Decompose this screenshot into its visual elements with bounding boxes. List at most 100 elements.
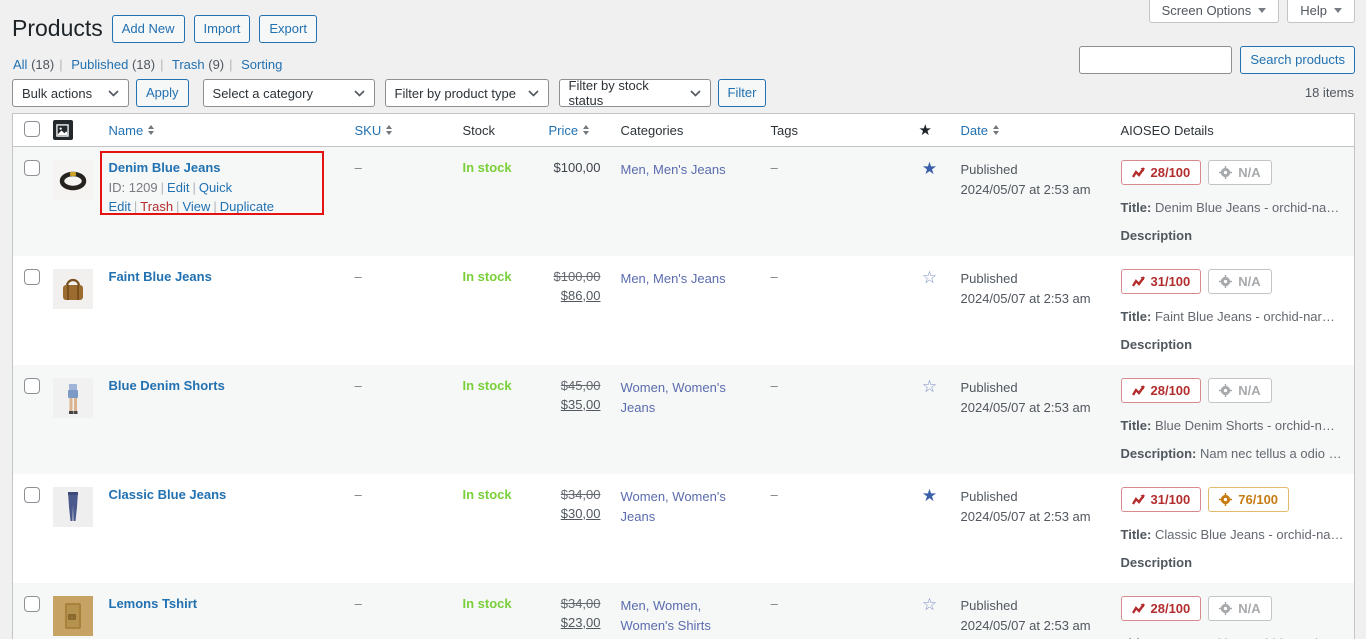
category-links[interactable]: Women, Women's Jeans xyxy=(621,380,726,415)
category-links[interactable]: Men, Men's Jeans xyxy=(621,162,726,177)
trash-link[interactable]: Trash xyxy=(140,199,173,214)
seo-score-badge[interactable]: 28/100 xyxy=(1121,160,1202,185)
featured-star-icon[interactable] xyxy=(922,159,937,178)
seo-description-label: Description xyxy=(1121,228,1193,243)
gear-icon xyxy=(1219,493,1232,506)
stock-header: Stock xyxy=(463,123,496,138)
row-checkbox[interactable] xyxy=(24,487,40,503)
view-published-link[interactable]: Published (18) xyxy=(71,57,155,72)
category-select[interactable]: Select a category xyxy=(203,79,375,107)
search-box: Search products xyxy=(1079,46,1355,74)
product-thumbnail[interactable] xyxy=(53,487,93,527)
add-new-button[interactable]: Add New xyxy=(112,15,185,43)
stock-status-select[interactable]: Filter by stock status xyxy=(559,79,711,107)
search-input[interactable] xyxy=(1079,46,1232,74)
chevron-down-icon xyxy=(1334,8,1342,13)
tags-value: – xyxy=(771,596,778,611)
page-details-badge[interactable]: N/A xyxy=(1208,269,1271,294)
image-column-icon xyxy=(53,120,73,140)
seo-score-badge[interactable]: 28/100 xyxy=(1121,378,1202,403)
edit-link[interactable]: Edit xyxy=(167,180,189,195)
duplicate-link[interactable]: Duplicate xyxy=(220,199,274,214)
seo-analysis-icon xyxy=(1132,603,1145,615)
seo-title-label: Title: xyxy=(1121,200,1152,215)
sort-name-header[interactable]: Name xyxy=(109,123,155,138)
product-name-link[interactable]: Faint Blue Jeans xyxy=(109,269,212,284)
chevron-down-icon xyxy=(1258,8,1266,13)
seo-description-value: Nam nec tellus a odio … xyxy=(1196,446,1341,461)
chevron-down-icon xyxy=(354,90,365,97)
tags-value: – xyxy=(771,160,778,175)
view-trash-link[interactable]: Trash (9) xyxy=(172,57,224,72)
seo-score-badge[interactable]: 31/100 xyxy=(1121,487,1202,512)
page-details-badge[interactable]: 76/100 xyxy=(1208,487,1289,512)
chevron-down-icon xyxy=(108,90,119,97)
price-value: $100,00 xyxy=(554,160,601,175)
seo-analysis-icon xyxy=(1132,494,1145,506)
help-tab[interactable]: Help xyxy=(1287,0,1355,23)
import-button[interactable]: Import xyxy=(194,15,251,43)
stock-status: In stock xyxy=(463,487,512,502)
table-row: Classic Blue Jeans – In stock $34,00 $30… xyxy=(13,474,1355,583)
featured-star-icon[interactable] xyxy=(922,268,937,287)
product-name-link[interactable]: Blue Denim Shorts xyxy=(109,378,225,393)
post-status: Published xyxy=(961,271,1018,286)
category-links[interactable]: Men, Women, Women's Shirts xyxy=(621,598,711,633)
search-products-button[interactable]: Search products xyxy=(1240,46,1355,74)
row-checkbox[interactable] xyxy=(24,269,40,285)
page-title: Products xyxy=(12,15,103,43)
featured-star-icon[interactable] xyxy=(922,486,937,505)
chevron-down-icon xyxy=(690,90,701,97)
sort-price-header[interactable]: Price xyxy=(549,123,590,138)
post-status: Published xyxy=(961,598,1018,613)
page-details-badge[interactable]: N/A xyxy=(1208,378,1271,403)
sort-arrows-icon xyxy=(583,125,589,135)
page-details-badge[interactable]: N/A xyxy=(1208,596,1271,621)
featured-star-icon[interactable] xyxy=(922,595,937,614)
sort-date-header[interactable]: Date xyxy=(961,123,999,138)
product-type-select[interactable]: Filter by product type xyxy=(385,79,549,107)
category-links[interactable]: Women, Women's Jeans xyxy=(621,489,726,524)
seo-score-badge[interactable]: 31/100 xyxy=(1121,269,1202,294)
product-name-link[interactable]: Lemons Tshirt xyxy=(109,596,198,611)
seo-analysis-icon xyxy=(1132,276,1145,288)
seo-score-badge[interactable]: 28/100 xyxy=(1121,596,1202,621)
seo-description-label: Description: xyxy=(1121,446,1197,461)
chevron-down-icon xyxy=(528,90,539,97)
category-links[interactable]: Men, Men's Jeans xyxy=(621,271,726,286)
separator xyxy=(160,57,163,72)
seo-title-value: Denim Blue Jeans - orchid-na… xyxy=(1155,200,1339,215)
stock-status: In stock xyxy=(463,378,512,393)
product-thumbnail[interactable] xyxy=(53,378,93,418)
row-checkbox[interactable] xyxy=(24,160,40,176)
seo-description-label: Description xyxy=(1121,555,1193,570)
seo-title-value: Faint Blue Jeans - orchid-nar… xyxy=(1155,309,1335,324)
product-thumbnail[interactable] xyxy=(53,269,93,309)
view-sorting-link[interactable]: Sorting xyxy=(241,57,282,72)
select-all-checkbox[interactable] xyxy=(24,121,40,137)
seo-title-label: Title: xyxy=(1121,418,1152,433)
apply-button[interactable]: Apply xyxy=(136,79,189,107)
export-button[interactable]: Export xyxy=(259,15,317,43)
product-thumbnail[interactable]: ~ xyxy=(53,596,93,636)
sort-sku-header[interactable]: SKU xyxy=(355,123,393,138)
row-checkbox[interactable] xyxy=(24,596,40,612)
filter-button[interactable]: Filter xyxy=(718,79,767,107)
view-all-link[interactable]: All (18) xyxy=(13,57,54,72)
product-name-link[interactable]: Classic Blue Jeans xyxy=(109,487,227,502)
bulk-actions-select[interactable]: Bulk actions xyxy=(12,79,129,107)
sort-arrows-icon xyxy=(148,125,154,135)
product-name-link[interactable]: Denim Blue Jeans xyxy=(109,160,221,175)
product-thumbnail[interactable] xyxy=(53,160,93,200)
row-checkbox[interactable] xyxy=(24,378,40,394)
post-date: 2024/05/07 at 2:53 am xyxy=(961,291,1091,306)
view-link[interactable]: View xyxy=(182,199,210,214)
page-details-badge[interactable]: N/A xyxy=(1208,160,1271,185)
separator xyxy=(229,57,232,72)
seo-analysis-icon xyxy=(1132,385,1145,397)
screen-options-tab[interactable]: Screen Options xyxy=(1149,0,1280,23)
sku-value: – xyxy=(355,596,362,611)
sku-value: – xyxy=(355,378,362,393)
tags-value: – xyxy=(771,487,778,502)
featured-star-icon[interactable] xyxy=(922,377,937,396)
